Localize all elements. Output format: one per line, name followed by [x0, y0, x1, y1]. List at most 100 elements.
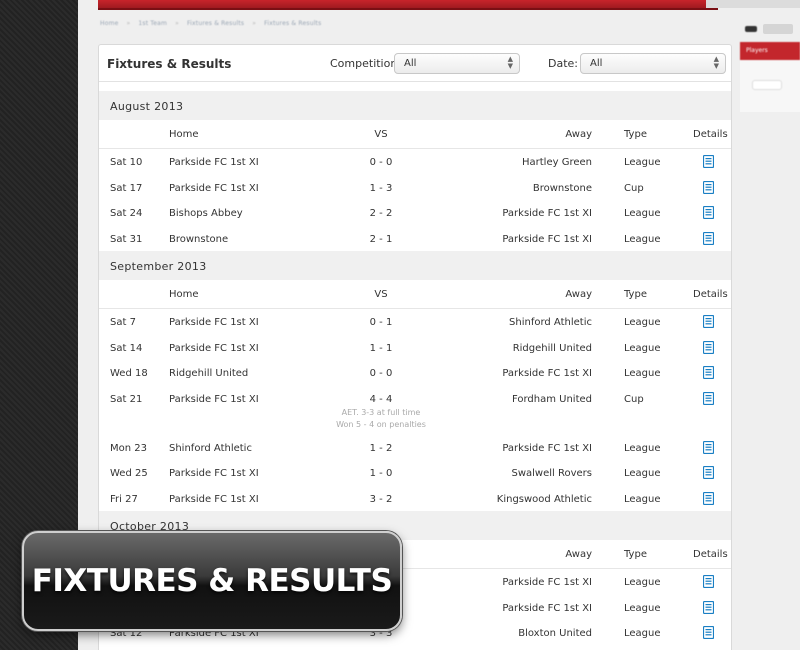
fixture-type: League — [624, 368, 661, 379]
fixture-row: Fri 27 Parkside FC 1st XI 3 - 2 Kingswood A… — [99, 486, 731, 512]
fixture-date: Fri 27 — [110, 493, 138, 505]
fixture-type: League — [624, 442, 661, 454]
fixture-type: League — [624, 602, 661, 614]
column-vs: VS — [374, 289, 388, 300]
match-details-icon[interactable] — [702, 205, 715, 220]
fixture-note-line: AET. 3-3 at full time — [341, 407, 421, 417]
fixture-type: League — [624, 157, 661, 168]
date-select-value: All — [590, 58, 603, 69]
fixture-type: League — [624, 208, 661, 219]
fixture-home-team[interactable]: Parkside FC 1st XI — [169, 343, 259, 354]
fixture-away-team[interactable]: Hartley Green — [522, 157, 592, 168]
breadcrumb: Home » 1st Team » Fixtures & Results » F… — [100, 20, 321, 34]
fixture-row: Sat 7 Parkside FC 1st XI 0 - 1 Shinford Ath… — [99, 309, 731, 335]
match-details-icon[interactable] — [702, 440, 715, 454]
competition-label: Competition: — [330, 57, 402, 70]
breadcrumb-item[interactable]: Fixtures & Results — [264, 20, 321, 34]
match-details-icon[interactable] — [702, 180, 715, 194]
breadcrumb-item[interactable]: 1st Team — [138, 20, 167, 34]
column-details: Details — [693, 129, 728, 140]
select-arrows-icon: ▲ ▼ — [713, 55, 719, 70]
fixture-type: Cup — [624, 393, 644, 405]
column-away: Away — [565, 129, 592, 140]
fixture-away-team[interactable]: Kingswood Athletic — [497, 494, 592, 505]
fixture-date: Sat 10 — [110, 157, 143, 168]
overlay-badge: FIXTURES & RESULTS — [22, 531, 402, 631]
fixture-note-line: Won 5 - 4 on penalties — [336, 419, 426, 429]
fixture-away-team[interactable]: Shinford Athletic — [509, 317, 592, 328]
fixture-home-team[interactable]: Brownstone — [169, 234, 228, 245]
fixture-date: Sat 14 — [110, 342, 143, 354]
breadcrumb-separator: » — [252, 20, 257, 27]
fixture-away-team[interactable]: Parkside FC 1st XI — [502, 208, 592, 219]
fixture-away-team[interactable]: Ridgehill United — [513, 343, 592, 354]
fixture-row: Sat 24 Bishops Abbey 2 - 2 Parkside FC 1st … — [99, 200, 731, 226]
fixture-home-team[interactable]: Parkside FC 1st XI — [169, 183, 259, 194]
fixture-type: League — [624, 342, 661, 354]
fixture-home-team[interactable]: Ridgehill United — [169, 368, 248, 379]
fixture-home-team[interactable]: Parkside FC 1st XI — [169, 468, 259, 479]
fixture-away-team[interactable]: Parkside FC 1st XI — [502, 368, 592, 379]
fixture-away-team[interactable]: Parkside FC 1st XI — [502, 443, 592, 454]
match-details-icon[interactable] — [702, 625, 715, 640]
breadcrumb-item[interactable]: Fixtures & Results — [187, 20, 244, 34]
fixture-score: 1 - 3 — [369, 182, 393, 194]
fixture-row: Sat 31 Brownstone 2 - 1 Parkside FC 1st XI L… — [99, 226, 731, 252]
date-select[interactable]: All ▲ ▼ — [580, 53, 726, 74]
match-details-icon[interactable] — [702, 600, 715, 614]
match-details-icon[interactable] — [702, 491, 715, 505]
column-home: Home — [169, 289, 199, 300]
column-away: Away — [565, 289, 592, 300]
toolbar-button[interactable] — [763, 24, 793, 34]
match-details-icon[interactable] — [702, 154, 715, 169]
fixture-date: Wed 25 — [110, 468, 148, 479]
fixture-home-team[interactable]: Parkside FC 1st XI — [169, 317, 259, 328]
print-icon[interactable] — [745, 26, 757, 32]
fixture-home-team[interactable]: Shinford Athletic — [169, 443, 252, 454]
fixture-away-team[interactable]: Brownstone — [533, 183, 592, 194]
match-details-icon[interactable] — [702, 340, 715, 354]
fixture-away-team[interactable]: Swalwell Rovers — [511, 468, 592, 479]
fixture-type: League — [624, 628, 661, 639]
column-type: Type — [624, 549, 647, 560]
fixture-home-team[interactable]: Parkside FC 1st XI — [169, 394, 259, 405]
fixture-score: 3 - 2 — [369, 493, 393, 505]
month-header: September 2013 — [99, 251, 731, 280]
fixture-home-team[interactable]: Parkside FC 1st XI — [169, 157, 259, 168]
fixture-date: Sat 24 — [110, 208, 143, 219]
breadcrumb-item[interactable]: Home — [100, 20, 119, 34]
fixture-type: League — [624, 468, 661, 479]
fixture-date: Sat 7 — [110, 317, 136, 328]
fixture-score: 2 - 1 — [369, 233, 393, 245]
month-header: August 2013 — [99, 91, 731, 120]
match-details-icon[interactable] — [702, 365, 715, 380]
fixture-away-team[interactable]: Parkside FC 1st XI — [502, 234, 592, 245]
column-type: Type — [624, 289, 647, 300]
match-details-icon[interactable] — [702, 391, 715, 405]
fixture-away-team[interactable]: Bloxton United — [518, 628, 592, 639]
fixture-type: Cup — [624, 182, 644, 194]
panel-header: Fixtures & Results Competition: All ▲ ▼ D… — [99, 45, 731, 82]
match-details-icon[interactable] — [702, 465, 715, 480]
fixture-date: Wed 18 — [110, 368, 148, 379]
fixture-row: Wed 25 Parkside FC 1st XI 1 - 0 Swalwell Ro… — [99, 460, 731, 486]
fixture-away-team[interactable]: Fordham United — [512, 394, 592, 405]
column-away: Away — [565, 549, 592, 560]
match-details-icon[interactable] — [702, 314, 715, 329]
column-header-row: Home VS Away Type Details — [99, 120, 731, 149]
fixture-type: League — [624, 577, 661, 588]
fixture-score: 2 - 2 — [369, 208, 393, 219]
column-type: Type — [624, 129, 647, 140]
competition-select[interactable]: All ▲ ▼ — [394, 53, 520, 74]
side-panel-pill[interactable] — [752, 80, 782, 90]
panel-title: Fixtures & Results — [107, 57, 232, 71]
fixture-home-team[interactable]: Bishops Abbey — [169, 208, 243, 219]
match-details-icon[interactable] — [702, 231, 715, 245]
fixture-row: Sat 14 Parkside FC 1st XI 1 - 1 Ridgehill U… — [99, 335, 731, 361]
top-right-toolbar — [745, 22, 800, 36]
match-details-icon[interactable] — [702, 574, 715, 589]
fixture-home-team[interactable]: Parkside FC 1st XI — [169, 494, 259, 505]
fixture-row: Wed 18 Ridgehill United 0 - 0 Parkside FC 1… — [99, 360, 731, 386]
fixture-away-team[interactable]: Parkside FC 1st XI — [502, 603, 592, 614]
fixture-away-team[interactable]: Parkside FC 1st XI — [502, 577, 592, 588]
